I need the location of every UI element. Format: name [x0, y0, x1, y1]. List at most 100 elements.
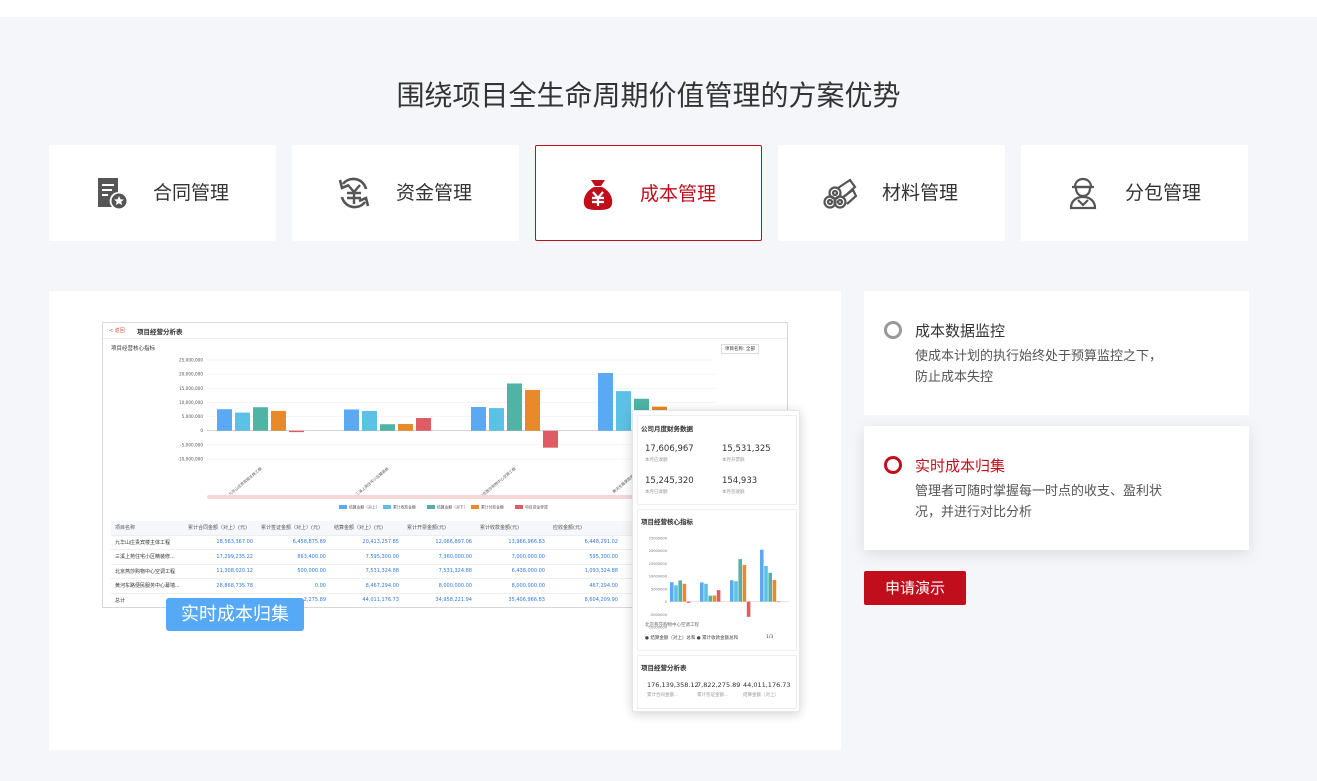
- table-cell: 44,011,176.73: [362, 597, 399, 604]
- legend-label: 项目资金穿透: [525, 505, 548, 510]
- contract-icon: [98, 178, 127, 209]
- bar: [235, 412, 250, 431]
- feature-desc: 使成本计划的执行始终处于预算监控之下，防止成本失控: [915, 349, 1163, 385]
- y-tick-label: 5000000: [651, 587, 668, 591]
- feature-cost-monitor[interactable]: 成本数据监控 使成本计划的执行始终处于预算监控之下，防止成本失控: [864, 291, 1249, 415]
- column-header: 累计合同金额（对上）(元): [188, 525, 247, 532]
- finance-value: 15,531,325: [722, 444, 771, 454]
- table-cell: 7,000,000.00: [511, 553, 545, 560]
- table-cell: 500,000.00: [297, 568, 326, 575]
- table-cell: 7,595,300.00: [365, 553, 399, 560]
- table-cell: 18,563,367.00: [216, 539, 253, 546]
- table-cell: 九华山庄贵宾楼主体工程: [115, 539, 171, 546]
- y-tick-label: -5,000,000: [180, 442, 203, 447]
- finance-title: 公司月度财务数据: [641, 425, 693, 433]
- feature-realtime-cost[interactable]: 实时成本归集 管理者可随时掌握每一时点的收支、盈利状况，并进行对比分析: [864, 426, 1249, 550]
- finance-label: 本月已收额: [645, 490, 668, 495]
- core-legend: ● 结算金额（对上）总和 ● 累计收款金额总和: [645, 636, 739, 641]
- table-cell: 28,868,735.78: [216, 582, 253, 589]
- column-header: 累计开票金额(元): [407, 525, 446, 532]
- bar: [525, 389, 540, 431]
- finance-label: 本月开票额: [722, 458, 745, 463]
- table-cell: 黄河东路便民服务中心幕墙...: [115, 583, 180, 590]
- bar: [708, 595, 712, 602]
- bar: [380, 424, 395, 431]
- table-cell: 8,467,294.00: [365, 582, 399, 589]
- finance-value: 154,933: [722, 476, 758, 486]
- bar: [764, 565, 768, 602]
- table-cell: 34,958,221.94: [435, 597, 472, 604]
- y-tick-label: 10000000: [649, 575, 668, 579]
- y-tick-label: 20000000: [649, 549, 668, 553]
- feature-desc: 管理者可随时掌握每一时点的收支、盈利状况，并进行对比分析: [915, 484, 1163, 520]
- analysis-label: 累计签证金额...: [697, 693, 729, 698]
- y-tick-label: 10,000,000: [179, 400, 203, 405]
- section-title: 围绕项目全生命周期价值管理的方案优势: [396, 79, 901, 112]
- analysis-value: 7,822,275.89: [697, 681, 741, 689]
- bar: [543, 430, 558, 448]
- finance-label: 本月签收额: [722, 490, 745, 495]
- column-header: 累计收款金额(元): [480, 525, 519, 532]
- bar: [616, 391, 631, 431]
- bar: [471, 406, 486, 431]
- tab-materials[interactable]: 材料管理: [778, 145, 1005, 241]
- money-bag-icon: [583, 180, 613, 210]
- bar: [674, 585, 678, 602]
- analysis-title: 项目经营分析表: [641, 664, 687, 672]
- table-cell: 13,966,966.83: [508, 539, 545, 546]
- y-tick-label: 5,000,000: [182, 414, 204, 419]
- request-demo-button[interactable]: 申请演示: [864, 571, 966, 605]
- analysis-value: 44,011,176.73: [743, 681, 791, 689]
- y-tick-label: 25,000,000: [179, 358, 203, 363]
- realtime-badge: 实时成本归集: [166, 598, 304, 631]
- legend-swatch: [515, 505, 523, 509]
- bar: [416, 417, 431, 431]
- bar: [507, 383, 522, 431]
- bar: [738, 559, 742, 602]
- bar: [746, 601, 751, 617]
- tab-label: 分包管理: [1125, 182, 1202, 204]
- feature-title: 成本数据监控: [915, 322, 1006, 340]
- bar: [772, 579, 777, 602]
- bar: [730, 580, 734, 602]
- y-tick-label: 20,000,000: [179, 372, 203, 377]
- legend-label: 结算金额（对上）: [349, 505, 379, 510]
- bar: [398, 423, 413, 431]
- money-exchange-icon: [338, 177, 370, 209]
- table-cell: 北京燕莎购物中心空调工程: [115, 568, 176, 575]
- finance-label: 本月应收额: [645, 458, 668, 463]
- analysis-label: 累计合同金额...: [647, 693, 679, 698]
- radio-icon: [884, 456, 902, 474]
- legend-label: 累计收款金额: [393, 505, 416, 510]
- legend-swatch: [383, 505, 391, 509]
- bar: [742, 564, 747, 602]
- core-project: 北京燕莎购物中心空调工程: [645, 623, 699, 628]
- tab-label: 材料管理: [882, 182, 959, 204]
- legend-swatch: [471, 505, 479, 509]
- column-header: 应收金额(元): [553, 525, 582, 532]
- bar: [344, 409, 359, 431]
- table-cell: 467,294.00: [589, 582, 618, 589]
- bar: [734, 581, 738, 602]
- bar: [682, 583, 687, 602]
- tab-label: 资金管理: [396, 182, 473, 204]
- tab-contract[interactable]: 合同管理: [49, 145, 276, 241]
- table-cell: 35,406,966.83: [508, 597, 545, 604]
- table-cell: 三溪上苑住宅小区精装修...: [115, 554, 175, 561]
- bar: [760, 549, 764, 602]
- tab-funds[interactable]: 资金管理: [292, 145, 519, 241]
- page-indicator[interactable]: 1/3: [766, 635, 773, 640]
- tab-subcontract[interactable]: 分包管理: [1021, 145, 1248, 241]
- radio-icon: [884, 321, 902, 339]
- table-cell: 17,299,235.22: [216, 553, 253, 560]
- table-cell: 7,531,324.88: [365, 568, 399, 575]
- mobile-panel: 公司月度财务数据 17,606,967 本月应收额 15,531,325 本月开…: [632, 410, 800, 712]
- bar: [253, 407, 268, 431]
- bar: [489, 408, 504, 431]
- legend-label: 结算金额（对下）: [437, 505, 467, 510]
- bar: [670, 582, 674, 602]
- tab-cost[interactable]: 成本管理: [535, 145, 762, 241]
- x-tick-label: 北京燕莎购物中心空调工程: [479, 466, 517, 499]
- bar: [686, 601, 691, 603]
- bar: [598, 373, 613, 431]
